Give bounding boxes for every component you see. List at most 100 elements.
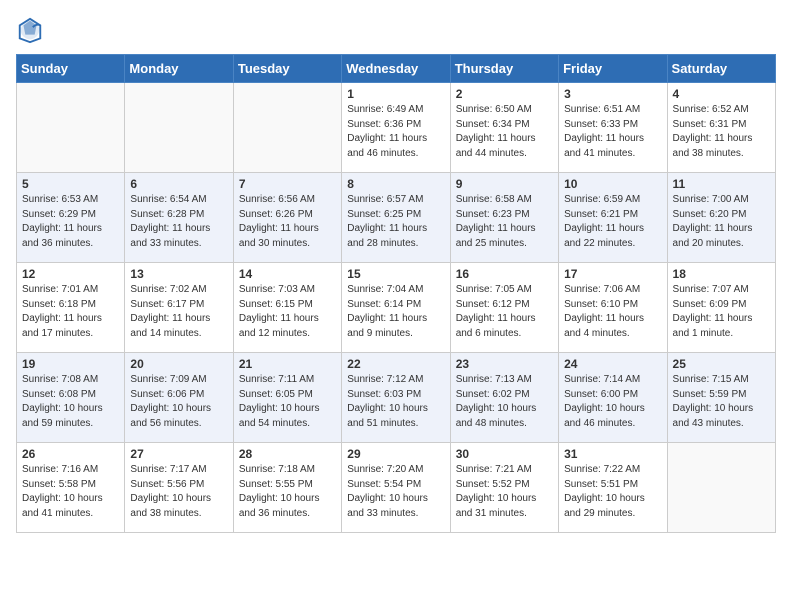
day-cell: 13Sunrise: 7:02 AM Sunset: 6:17 PM Dayli…	[125, 263, 233, 353]
day-number: 15	[347, 267, 444, 281]
day-number: 21	[239, 357, 336, 371]
day-info: Sunrise: 6:56 AM Sunset: 6:26 PM Dayligh…	[239, 193, 336, 251]
day-number: 26	[22, 447, 119, 461]
day-cell: 25 Sunrise: 7:15 AM Sunset: 5:59 PM Dayli…	[667, 353, 775, 443]
day-info: Sunrise: 7:22 AM Sunset: 5:51 PM Dayligh…	[564, 463, 661, 521]
day-cell: 4Sunrise: 6:52 AM Sunset: 6:31 PM Daylig…	[667, 83, 775, 173]
day-cell: 1 Sunrise: 6:49 AM Sunset: 6:36 PM Daylig…	[342, 83, 450, 173]
week-row-5: 26 Sunrise: 7:16 AM Sunset: 5:58 PM Dayli…	[17, 443, 776, 533]
day-cell: 30 Sunrise: 7:21 AM Sunset: 5:52 PM Dayli…	[450, 443, 558, 533]
day-info: Sunrise: 7:07 AM Sunset: 6:09 PM Dayligh…	[673, 283, 770, 341]
day-info: Sunrise: 7:04 AM Sunset: 6:14 PM Dayligh…	[347, 283, 444, 341]
day-info: Sunrise: 7:13 AM Sunset: 6:02 PM Dayligh…	[456, 373, 553, 431]
day-cell: 26 Sunrise: 7:16 AM Sunset: 5:58 PM Dayli…	[17, 443, 125, 533]
day-number: 19	[22, 357, 119, 371]
calendar-table: SundayMondayTuesdayWednesdayThursdayFrid…	[16, 54, 776, 533]
col-header-thursday: Thursday	[450, 55, 558, 83]
day-number: 10	[564, 177, 661, 191]
day-info: Sunrise: 7:00 AM Sunset: 6:20 PM Dayligh…	[673, 193, 770, 251]
day-cell: 29 Sunrise: 7:20 AM Sunset: 5:54 PM Dayli…	[342, 443, 450, 533]
week-row-4: 19 Sunrise: 7:08 AM Sunset: 6:08 PM Dayli…	[17, 353, 776, 443]
day-info: Sunrise: 7:05 AM Sunset: 6:12 PM Dayligh…	[456, 283, 553, 341]
day-info: Sunrise: 7:06 AM Sunset: 6:10 PM Dayligh…	[564, 283, 661, 341]
day-info: Sunrise: 6:51 AM Sunset: 6:33 PM Dayligh…	[564, 103, 661, 161]
day-number: 4	[673, 87, 770, 101]
col-header-saturday: Saturday	[667, 55, 775, 83]
day-number: 31	[564, 447, 661, 461]
week-row-3: 12 Sunrise: 7:01 AM Sunset: 6:18 PM Dayli…	[17, 263, 776, 353]
day-info: Sunrise: 6:53 AM Sunset: 6:29 PM Dayligh…	[22, 193, 119, 251]
day-cell: 8 Sunrise: 6:57 AM Sunset: 6:25 PM Daylig…	[342, 173, 450, 263]
day-info: Sunrise: 6:57 AM Sunset: 6:25 PM Dayligh…	[347, 193, 444, 251]
day-number: 22	[347, 357, 444, 371]
week-row-1: 1 Sunrise: 6:49 AM Sunset: 6:36 PM Daylig…	[17, 83, 776, 173]
day-cell: 16 Sunrise: 7:05 AM Sunset: 6:12 PM Dayli…	[450, 263, 558, 353]
day-number: 24	[564, 357, 661, 371]
day-info: Sunrise: 6:58 AM Sunset: 6:23 PM Dayligh…	[456, 193, 553, 251]
col-header-tuesday: Tuesday	[233, 55, 341, 83]
day-info: Sunrise: 6:49 AM Sunset: 6:36 PM Dayligh…	[347, 103, 444, 161]
day-info: Sunrise: 7:20 AM Sunset: 5:54 PM Dayligh…	[347, 463, 444, 521]
day-cell: 17 Sunrise: 7:06 AM Sunset: 6:10 PM Dayli…	[559, 263, 667, 353]
day-cell: 7 Sunrise: 6:56 AM Sunset: 6:26 PM Daylig…	[233, 173, 341, 263]
day-number: 7	[239, 177, 336, 191]
day-cell: 14 Sunrise: 7:03 AM Sunset: 6:15 PM Dayli…	[233, 263, 341, 353]
day-cell: 24 Sunrise: 7:14 AM Sunset: 6:00 PM Dayli…	[559, 353, 667, 443]
day-info: Sunrise: 7:01 AM Sunset: 6:18 PM Dayligh…	[22, 283, 119, 341]
day-number: 9	[456, 177, 553, 191]
day-info: Sunrise: 6:54 AM Sunset: 6:28 PM Dayligh…	[130, 193, 227, 251]
week-row-2: 5 Sunrise: 6:53 AM Sunset: 6:29 PM Daylig…	[17, 173, 776, 263]
col-header-wednesday: Wednesday	[342, 55, 450, 83]
day-cell: 22 Sunrise: 7:12 AM Sunset: 6:03 PM Dayli…	[342, 353, 450, 443]
day-number: 16	[456, 267, 553, 281]
day-number: 20	[130, 357, 227, 371]
day-info: Sunrise: 7:11 AM Sunset: 6:05 PM Dayligh…	[239, 373, 336, 431]
day-cell: 5 Sunrise: 6:53 AM Sunset: 6:29 PM Daylig…	[17, 173, 125, 263]
day-info: Sunrise: 7:17 AM Sunset: 5:56 PM Dayligh…	[130, 463, 227, 521]
day-number: 29	[347, 447, 444, 461]
day-number: 25	[673, 357, 770, 371]
day-cell: 2Sunrise: 6:50 AM Sunset: 6:34 PM Daylig…	[450, 83, 558, 173]
day-number: 17	[564, 267, 661, 281]
day-cell	[125, 83, 233, 173]
day-info: Sunrise: 7:18 AM Sunset: 5:55 PM Dayligh…	[239, 463, 336, 521]
day-number: 23	[456, 357, 553, 371]
day-cell: 31 Sunrise: 7:22 AM Sunset: 5:51 PM Dayli…	[559, 443, 667, 533]
day-number: 8	[347, 177, 444, 191]
day-info: Sunrise: 7:14 AM Sunset: 6:00 PM Dayligh…	[564, 373, 661, 431]
day-cell: 15 Sunrise: 7:04 AM Sunset: 6:14 PM Dayli…	[342, 263, 450, 353]
day-number: 14	[239, 267, 336, 281]
day-info: Sunrise: 7:16 AM Sunset: 5:58 PM Dayligh…	[22, 463, 119, 521]
day-cell	[667, 443, 775, 533]
day-info: Sunrise: 6:50 AM Sunset: 6:34 PM Dayligh…	[456, 103, 553, 161]
day-cell: 11 Sunrise: 7:00 AM Sunset: 6:20 PM Dayli…	[667, 173, 775, 263]
day-number: 28	[239, 447, 336, 461]
day-number: 11	[673, 177, 770, 191]
day-number: 1	[347, 87, 444, 101]
day-number: 3	[564, 87, 661, 101]
day-info: Sunrise: 7:12 AM Sunset: 6:03 PM Dayligh…	[347, 373, 444, 431]
day-number: 12	[22, 267, 119, 281]
header-row: SundayMondayTuesdayWednesdayThursdayFrid…	[17, 55, 776, 83]
day-info: Sunrise: 7:03 AM Sunset: 6:15 PM Dayligh…	[239, 283, 336, 341]
day-info: Sunrise: 7:21 AM Sunset: 5:52 PM Dayligh…	[456, 463, 553, 521]
page-header	[16, 16, 776, 44]
day-cell: 20Sunrise: 7:09 AM Sunset: 6:06 PM Dayli…	[125, 353, 233, 443]
day-info: Sunrise: 6:59 AM Sunset: 6:21 PM Dayligh…	[564, 193, 661, 251]
day-cell	[233, 83, 341, 173]
day-cell: 28 Sunrise: 7:18 AM Sunset: 5:55 PM Dayli…	[233, 443, 341, 533]
day-info: Sunrise: 7:08 AM Sunset: 6:08 PM Dayligh…	[22, 373, 119, 431]
col-header-monday: Monday	[125, 55, 233, 83]
day-number: 5	[22, 177, 119, 191]
day-number: 30	[456, 447, 553, 461]
day-info: Sunrise: 7:02 AM Sunset: 6:17 PM Dayligh…	[130, 283, 227, 341]
logo	[16, 16, 48, 44]
col-header-sunday: Sunday	[17, 55, 125, 83]
day-info: Sunrise: 7:15 AM Sunset: 5:59 PM Dayligh…	[673, 373, 770, 431]
day-number: 6	[130, 177, 227, 191]
day-number: 27	[130, 447, 227, 461]
day-cell: 6 Sunrise: 6:54 AM Sunset: 6:28 PM Daylig…	[125, 173, 233, 263]
day-cell: 12 Sunrise: 7:01 AM Sunset: 6:18 PM Dayli…	[17, 263, 125, 353]
col-header-friday: Friday	[559, 55, 667, 83]
day-cell: 27 Sunrise: 7:17 AM Sunset: 5:56 PM Dayli…	[125, 443, 233, 533]
